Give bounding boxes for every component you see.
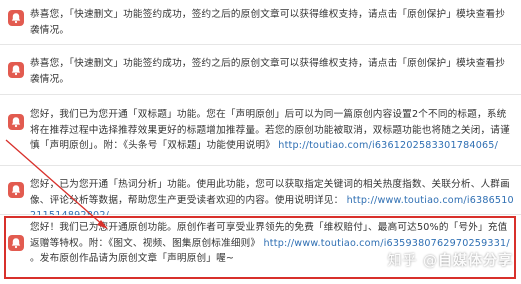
watermark: 知乎 @自媒体分享 bbox=[388, 250, 513, 270]
watermark-prefix: 知乎 @ bbox=[387, 253, 438, 269]
watermark-name: 自媒体分享 bbox=[438, 253, 513, 269]
annotation-arrow bbox=[5, 139, 108, 229]
